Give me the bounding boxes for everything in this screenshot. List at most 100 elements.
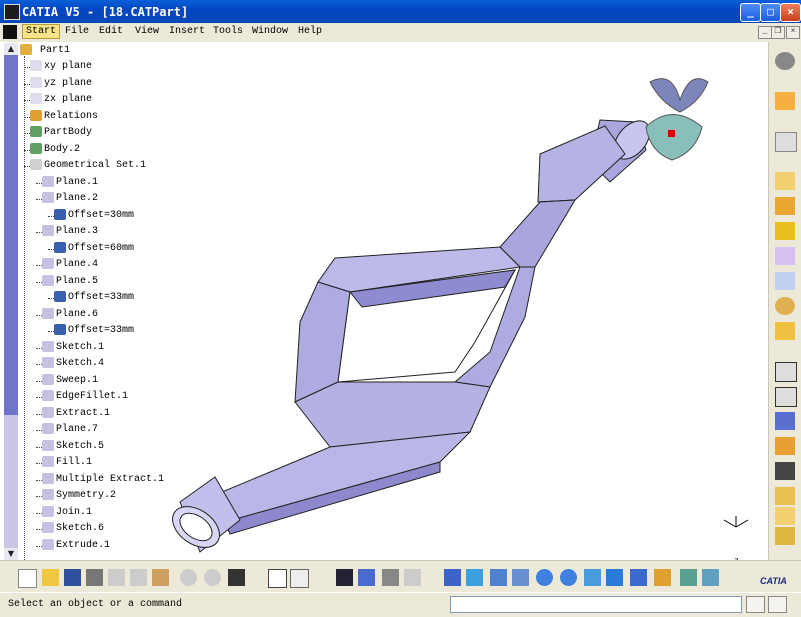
tree-scrollbar[interactable]: ▲ ▼ (4, 43, 18, 560)
table-icon[interactable] (336, 569, 353, 586)
pattern-icon[interactable] (775, 297, 795, 315)
menu-file[interactable]: File (65, 26, 89, 37)
mdi-close-button[interactable]: × (786, 26, 800, 39)
menu-edit[interactable]: Edit (99, 26, 123, 37)
menu-insert[interactable]: Insert (169, 26, 205, 37)
material-icon[interactable] (775, 487, 795, 505)
tree-node[interactable]: xy plane (30, 60, 92, 74)
rotate-icon[interactable] (512, 569, 529, 586)
tree-node[interactable]: Plane.2 (42, 192, 98, 206)
status-button-1[interactable] (746, 596, 765, 613)
tree-node[interactable]: Multiple Extract.1 (42, 472, 164, 487)
maximize-button[interactable]: □ (760, 3, 781, 22)
comment-icon[interactable] (290, 569, 309, 588)
tree-node[interactable]: PartBody (30, 126, 92, 140)
menu-start[interactable]: Start (22, 24, 61, 39)
menu-view[interactable]: View (135, 26, 159, 37)
sketch-icon[interactable] (775, 132, 797, 152)
chamfer-icon[interactable] (775, 272, 795, 290)
tree-node[interactable]: Sketch.6 (42, 522, 104, 536)
zoom-in-icon[interactable] (536, 569, 553, 586)
tree-node[interactable]: Sketch.1 (42, 340, 104, 355)
draft-icon[interactable] (775, 437, 795, 455)
scroll-up-arrow-icon[interactable]: ▲ (4, 43, 18, 55)
tree-node[interactable]: Plane.6 (42, 307, 98, 322)
formula-fx-icon[interactable] (268, 569, 287, 588)
command-input[interactable] (450, 596, 742, 613)
catia-app-icon[interactable] (4, 4, 20, 20)
tree-node[interactable]: Offset=33mm (54, 324, 134, 338)
measure-icon[interactable] (775, 462, 795, 480)
tree-node[interactable]: Sketch.4 (42, 357, 104, 371)
catalog-icon[interactable] (404, 569, 421, 586)
tree-node[interactable]: zx plane (30, 93, 92, 107)
close-button[interactable]: × (780, 3, 801, 22)
menu-help[interactable]: Help (298, 26, 322, 37)
mdi-restore-button[interactable]: ❐ (771, 26, 785, 39)
tree-node[interactable]: Sketch.5 (42, 439, 104, 454)
settings-gear-icon[interactable] (775, 52, 795, 70)
status-button-2[interactable] (768, 596, 787, 613)
mdi-minimize-button[interactable]: _ (758, 26, 772, 39)
boolean-icon[interactable] (775, 322, 795, 340)
tree-node[interactable]: Offset=33mm (54, 291, 134, 305)
tree-root[interactable]: Part1 (20, 44, 70, 58)
body-icon[interactable] (775, 527, 795, 545)
normal-view-icon[interactable] (584, 569, 601, 586)
tree-node[interactable]: Extrude.1 (42, 538, 110, 553)
tree-node[interactable]: yz plane (30, 76, 92, 91)
tree-node[interactable]: Sweep.1 (42, 373, 98, 388)
cut-icon[interactable] (108, 569, 125, 586)
pad-icon[interactable] (775, 172, 795, 190)
undo-icon[interactable] (180, 569, 197, 586)
thick-icon[interactable] (775, 387, 797, 407)
tree-node[interactable]: Plane.4 (42, 258, 98, 272)
minimize-button[interactable]: _ (740, 3, 761, 22)
tree-node[interactable]: Body.2 (30, 142, 80, 157)
tree-node[interactable]: Plane.7 (42, 423, 98, 437)
tree-node[interactable]: Symmetry.2 (42, 489, 116, 503)
save-icon[interactable] (64, 569, 81, 586)
open-folder-icon[interactable] (42, 569, 59, 586)
tree-node[interactable]: Fill.1 (42, 456, 92, 470)
tree-node[interactable]: Plane.1 (42, 175, 98, 190)
scroll-thumb[interactable] (4, 55, 18, 415)
tree-node[interactable]: Plane.3 (42, 225, 98, 239)
help-icon[interactable] (228, 569, 245, 586)
analysis-icon[interactable] (775, 412, 795, 430)
fillet-icon[interactable] (775, 247, 795, 265)
iso-view-icon[interactable] (630, 569, 647, 586)
select-arrow-icon[interactable] (775, 92, 795, 110)
split-icon[interactable] (775, 362, 797, 382)
new-file-icon[interactable] (18, 569, 37, 588)
tree-node[interactable]: Offset=60mm (54, 241, 134, 256)
menu-window[interactable]: Window (252, 26, 288, 37)
knowledge-icon[interactable] (382, 569, 399, 586)
menu-tools[interactable]: Tools (213, 26, 243, 37)
multi-view-icon[interactable] (606, 569, 623, 586)
hide-show-icon[interactable] (680, 569, 697, 586)
copy-icon[interactable] (130, 569, 147, 586)
tree-icon[interactable] (358, 569, 375, 586)
paste-icon[interactable] (152, 569, 169, 586)
document-icon[interactable] (3, 25, 17, 39)
fit-all-icon[interactable] (466, 569, 483, 586)
pocket-icon[interactable] (775, 197, 795, 215)
tree-node[interactable]: EdgeFillet.1 (42, 390, 128, 404)
zoom-out-icon[interactable] (560, 569, 577, 586)
tree-node[interactable]: Relations (30, 109, 98, 124)
fly-mode-icon[interactable] (444, 569, 461, 586)
tree-node[interactable]: Offset=30mm (54, 208, 134, 223)
formula-icon[interactable] (775, 507, 795, 525)
shaft-icon[interactable] (775, 222, 795, 240)
scroll-down-arrow-icon[interactable]: ▼ (4, 548, 18, 560)
shading-icon[interactable] (654, 569, 671, 586)
tree-node[interactable]: Geometrical Set.1 (30, 159, 146, 173)
redo-icon[interactable] (204, 569, 221, 586)
swap-visible-icon[interactable] (702, 569, 719, 586)
tree-node[interactable]: Join.1 (42, 505, 92, 520)
tree-node[interactable]: Extract.1 (42, 406, 110, 421)
pan-icon[interactable] (490, 569, 507, 586)
tree-node[interactable]: Plane.5 (42, 274, 98, 289)
print-icon[interactable] (86, 569, 103, 586)
